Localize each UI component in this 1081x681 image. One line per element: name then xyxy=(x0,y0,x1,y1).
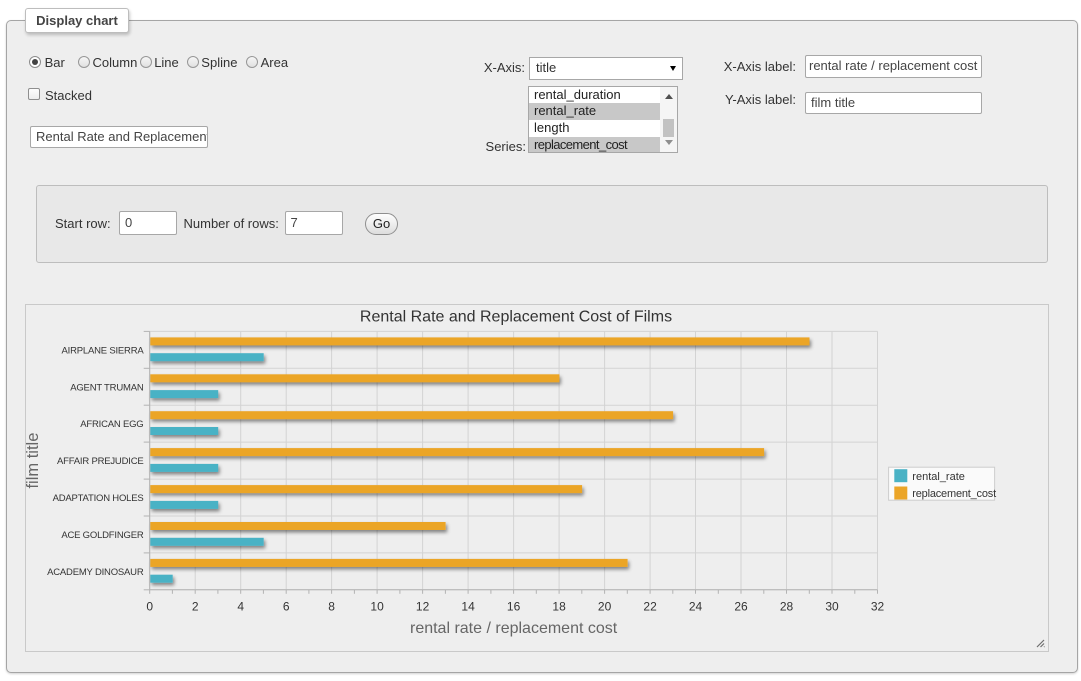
svg-text:22: 22 xyxy=(643,600,657,614)
svg-text:AFFAIR PREJUDICE: AFFAIR PREJUDICE xyxy=(57,456,144,467)
svg-text:8: 8 xyxy=(328,600,335,614)
svg-text:AGENT TRUMAN: AGENT TRUMAN xyxy=(70,382,144,393)
svg-text:ACE GOLDFINGER: ACE GOLDFINGER xyxy=(61,530,144,541)
svg-text:film title: film title xyxy=(26,433,42,489)
svg-text:6: 6 xyxy=(283,600,290,614)
svg-text:32: 32 xyxy=(871,600,885,614)
svg-text:Rental Rate and Replacement Co: Rental Rate and Replacement Cost of Film… xyxy=(360,309,672,326)
svg-text:14: 14 xyxy=(461,600,475,614)
svg-text:4: 4 xyxy=(237,600,244,614)
svg-text:30: 30 xyxy=(825,600,839,614)
svg-text:18: 18 xyxy=(552,600,566,614)
svg-text:replacement_cost: replacement_cost xyxy=(912,488,996,500)
svg-text:24: 24 xyxy=(689,600,703,614)
svg-text:10: 10 xyxy=(370,600,384,614)
svg-text:ACADEMY DINOSAUR: ACADEMY DINOSAUR xyxy=(47,567,144,578)
svg-text:16: 16 xyxy=(507,600,521,614)
svg-text:26: 26 xyxy=(734,600,748,614)
svg-text:12: 12 xyxy=(416,600,430,614)
svg-text:rental rate / replacement cost: rental rate / replacement cost xyxy=(410,620,618,637)
svg-text:2: 2 xyxy=(192,600,199,614)
svg-text:20: 20 xyxy=(598,600,612,614)
svg-text:AFRICAN EGG: AFRICAN EGG xyxy=(80,419,143,430)
svg-text:AIRPLANE SIERRA: AIRPLANE SIERRA xyxy=(62,345,145,356)
svg-text:rental_rate: rental_rate xyxy=(912,471,965,483)
svg-text:0: 0 xyxy=(146,600,153,614)
svg-text:28: 28 xyxy=(780,600,794,614)
svg-text:ADAPTATION HOLES: ADAPTATION HOLES xyxy=(53,493,144,504)
